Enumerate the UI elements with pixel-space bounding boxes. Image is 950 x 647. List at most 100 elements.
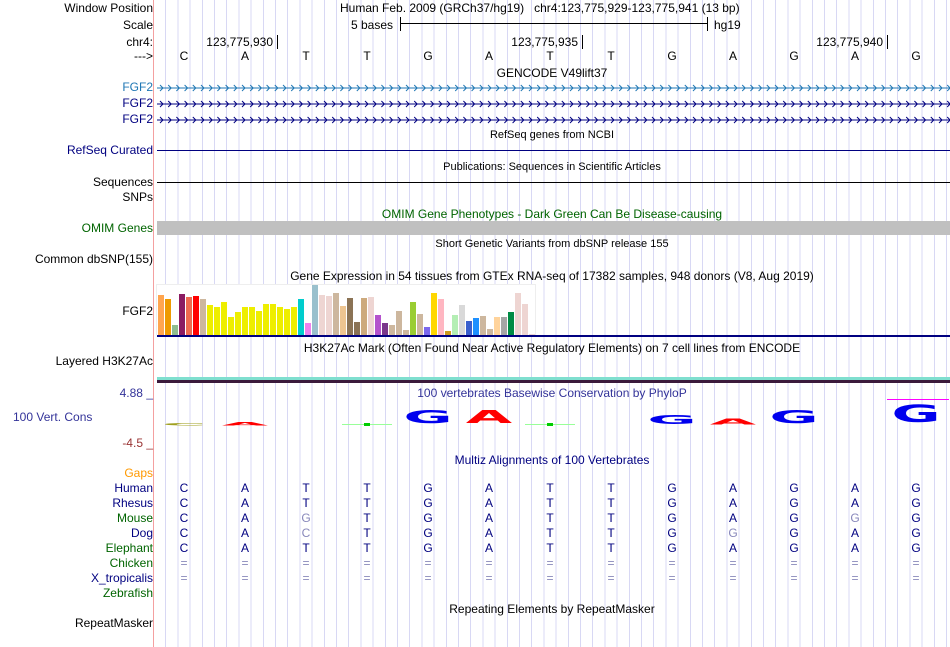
gtex-tissue-bar[interactable] [375,314,381,335]
omim-title[interactable]: OMIM Gene Phenotypes - Dark Green Can Be… [154,207,950,221]
alignment-base: A [850,526,859,540]
sequence-base: T [302,49,310,63]
dbsnp-title[interactable]: Short Genetic Variants from dbSNP releas… [154,237,950,251]
alignment-base: G [789,481,799,495]
cons-label[interactable]: 100 Vert. Cons [13,410,92,424]
gtex-tissue-bar[interactable] [410,301,416,335]
refseq-title[interactable]: RefSeq genes from NCBI [154,128,950,142]
species-label[interactable]: Chicken [110,556,153,570]
gtex-tissue-bar[interactable] [319,294,325,335]
gtex-tissue-bar[interactable] [354,321,360,335]
gtex-tissue-bar[interactable] [200,298,206,335]
alignment-base: = [851,556,859,570]
gtex-tissue-bar[interactable] [186,296,192,335]
gtex-tissue-bar[interactable] [368,296,374,335]
gtex-tissue-bar[interactable] [235,311,241,335]
gtex-tissue-bar[interactable] [305,322,311,335]
gtex-tissue-bar[interactable] [228,316,234,335]
gtex-tissue-bar[interactable] [291,306,297,335]
species-label[interactable]: Rhesus [112,496,153,510]
alignment-base: = [729,556,737,570]
gtex-tissue-bar[interactable] [298,298,304,335]
alignment-base: T [607,511,615,525]
omim-label[interactable]: OMIM Genes [82,221,153,235]
gtex-tissue-bar[interactable] [326,296,332,335]
h3k27ac-label[interactable]: Layered H3K27Ac [56,354,153,368]
dbsnp-label[interactable]: Common dbSNP(155) [35,252,153,266]
species-label[interactable]: Dog [131,526,153,540]
cons-title[interactable]: 100 vertebrates Basewise Conservation by… [154,386,950,400]
gene-track-fgf2[interactable] [157,114,950,124]
gtex-tissue-bar[interactable] [459,304,465,335]
gtex-tissue-bar[interactable] [284,308,290,335]
gtex-tissue-bar[interactable] [340,305,346,335]
gtex-tissue-bar[interactable] [193,296,199,335]
gtex-tissue-bar[interactable] [473,317,479,335]
gtex-tissue-bar[interactable] [361,298,367,335]
gtex-tissue-bar[interactable] [466,320,472,335]
rmsk-label[interactable]: RepeatMasker [75,616,153,630]
publications-label[interactable]: Sequences [93,175,153,189]
gtex-tissue-bar[interactable] [263,304,269,335]
snps-label[interactable]: SNPs [122,190,153,204]
gtex-tissue-bar[interactable] [172,324,178,335]
species-label[interactable]: Mouse [117,511,153,525]
gtex-tissue-bar[interactable] [438,298,444,335]
gtex-title[interactable]: Gene Expression in 54 tissues from GTEx … [154,269,950,283]
alignment-base: T [546,526,554,540]
species-label[interactable]: Zebrafish [103,586,153,600]
gtex-tissue-bar[interactable] [480,315,486,335]
multiz-title[interactable]: Multiz Alignments of 100 Vertebrates [154,453,950,467]
gtex-label[interactable]: FGF2 [122,304,153,318]
gtex-tissue-bar[interactable] [277,306,283,335]
gene-track-fgf2[interactable] [157,98,950,108]
gtex-tissue-bar[interactable] [214,306,220,335]
h3k27ac-title[interactable]: H3K27Ac Mark (Often Found Near Active Re… [154,341,950,355]
species-label[interactable]: Human [114,481,153,495]
gtex-tissue-bar[interactable] [424,326,430,335]
gtex-tissue-bar[interactable] [256,311,262,335]
publications-title[interactable]: Publications: Sequences in Scientific Ar… [154,160,950,174]
gtex-tissue-bar[interactable] [508,311,514,335]
gtex-tissue-bar[interactable] [515,292,521,335]
gtex-tissue-bar[interactable] [221,301,227,335]
gtex-tissue-bar[interactable] [165,298,171,335]
gtex-tissue-bar[interactable] [431,292,437,335]
gaps-label: Gaps [124,466,153,480]
gene-label[interactable]: FGF2 [122,80,153,94]
gtex-tissue-bar[interactable] [158,294,164,335]
omim-band[interactable] [157,221,950,235]
gtex-tissue-bar[interactable] [249,307,255,335]
cons-logo-letter: A [465,406,513,428]
gtex-tissue-bar[interactable] [389,325,395,335]
tick-label: 123,775,935 [511,35,583,49]
gtex-tissue-bar[interactable] [494,317,500,335]
gene-track-fgf2[interactable] [157,82,950,92]
alignment-base: C [301,526,311,540]
gtex-bar-chart[interactable] [156,284,536,335]
gtex-tissue-bar[interactable] [396,310,402,335]
alignment-base: C [179,511,189,525]
alignment-base: = [241,571,249,585]
species-label[interactable]: X_tropicalis [91,571,153,585]
gene-label[interactable]: FGF2 [122,112,153,126]
gtex-tissue-bar[interactable] [333,292,339,335]
gtex-tissue-bar[interactable] [347,297,353,335]
gtex-tissue-bar[interactable] [501,316,507,335]
gene-label[interactable]: FGF2 [122,96,153,110]
gtex-tissue-bar[interactable] [452,314,458,335]
gtex-tissue-bar[interactable] [242,306,248,335]
gtex-tissue-bar[interactable] [382,322,388,335]
rmsk-title[interactable]: Repeating Elements by RepeatMasker [154,602,950,616]
alignment-base: = [912,571,920,585]
species-label[interactable]: Elephant [106,541,153,555]
gtex-tissue-bar[interactable] [417,313,423,335]
gtex-tissue-bar[interactable] [179,293,185,335]
gtex-tissue-bar[interactable] [522,304,528,335]
gtex-tissue-bar[interactable] [207,304,213,335]
gtex-tissue-bar[interactable] [312,285,318,335]
gtex-tissue-bar[interactable] [270,303,276,335]
gencode-title[interactable]: GENCODE V49lift37 [154,66,950,80]
alignment-base: G [911,481,921,495]
refseq-label[interactable]: RefSeq Curated [67,143,153,157]
